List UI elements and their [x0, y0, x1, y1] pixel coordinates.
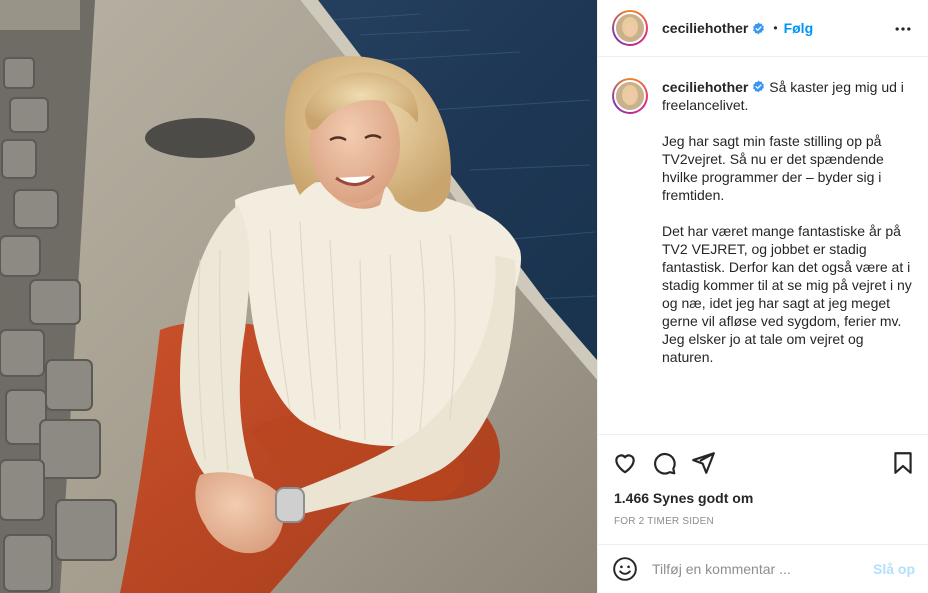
caption-avatar[interactable]: [612, 78, 648, 114]
verified-badge-icon: [753, 80, 765, 93]
emoji-icon[interactable]: [612, 556, 638, 582]
bookmark-icon[interactable]: [890, 450, 916, 476]
post-viewer: ceciliehother • Følg ceciliehother Så ka…: [0, 0, 928, 593]
caption-area: ceciliehother Så kaster jeg mig ud i fre…: [598, 58, 928, 434]
caption-text: ceciliehother Så kaster jeg mig ud i fre…: [662, 78, 912, 434]
follow-button[interactable]: Følg: [784, 20, 814, 36]
heart-icon[interactable]: [612, 450, 638, 476]
separator-dot: •: [773, 21, 778, 35]
caption-paragraph: Det har været mange fantastiske år på TV…: [662, 223, 912, 365]
verified-badge-icon: [753, 22, 765, 34]
avatar-image: [614, 80, 646, 112]
post-comment-button[interactable]: Slå op: [873, 561, 915, 577]
post-header: ceciliehother • Følg: [598, 0, 928, 57]
post-timestamp[interactable]: FOR 2 TIMER SIDEN: [614, 516, 714, 527]
avatar[interactable]: [612, 10, 648, 46]
post-photo[interactable]: [0, 0, 597, 593]
more-options-icon[interactable]: [893, 19, 913, 39]
action-bar: [598, 434, 928, 490]
post-panel: ceciliehother • Følg ceciliehother Så ka…: [597, 0, 928, 593]
caption-paragraph: Jeg har sagt min faste stilling op på TV…: [662, 133, 884, 203]
paper-plane-icon[interactable]: [690, 450, 716, 476]
comment-bar: Slå op: [598, 544, 928, 593]
avatar-image: [614, 12, 646, 44]
caption-paragraph: ceciliehother Så kaster jeg mig ud i fre…: [662, 78, 912, 114]
photo-image: [0, 0, 597, 593]
caption-username[interactable]: ceciliehother: [662, 79, 748, 95]
username-link[interactable]: ceciliehother: [662, 20, 748, 36]
comment-icon[interactable]: [651, 450, 677, 476]
likes-count[interactable]: 1.466 Synes godt om: [614, 490, 753, 506]
comment-input[interactable]: [652, 561, 852, 577]
